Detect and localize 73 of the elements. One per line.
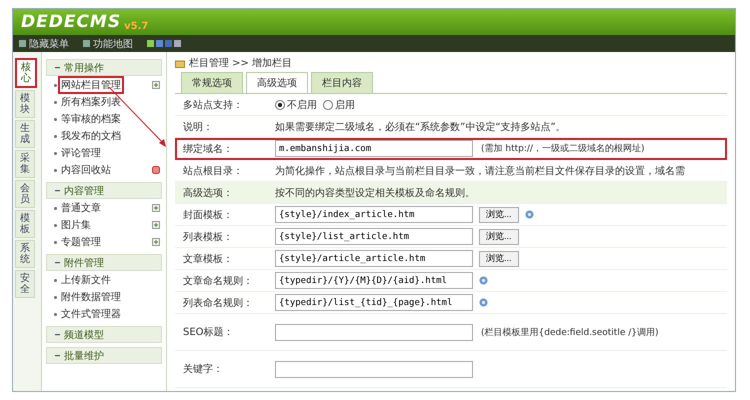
input-field[interactable]: {typedir}/list_{tid}_{page}.html bbox=[275, 294, 473, 311]
field-label: 关键字： bbox=[182, 362, 224, 376]
menu-section-header[interactable]: 批量维护 bbox=[46, 347, 162, 364]
help-icon[interactable] bbox=[479, 298, 488, 307]
toolbar-link[interactable]: 功能地图 bbox=[83, 36, 133, 50]
input-field[interactable]: {style}/list_article.htm bbox=[275, 228, 473, 245]
browse-button[interactable]: 浏览... bbox=[479, 228, 519, 244]
menu-item[interactable]: 网站栏目管理 bbox=[60, 78, 122, 92]
input-field[interactable]: {typedir}/{Y}/{M}{D}/{aid}.html bbox=[275, 272, 473, 289]
sidebar-tab[interactable]: 系统 bbox=[15, 240, 35, 268]
theme-swatches-icon[interactable] bbox=[147, 40, 181, 48]
field-label: 文章模板： bbox=[182, 252, 234, 266]
field-label: 说明： bbox=[182, 120, 214, 134]
help-icon[interactable] bbox=[479, 276, 488, 285]
add-icon[interactable] bbox=[152, 238, 160, 246]
add-icon[interactable] bbox=[152, 221, 160, 229]
sidebar-tab[interactable]: 模板 bbox=[15, 210, 35, 238]
field-label: 列表命名规则： bbox=[182, 296, 254, 310]
menu-section-header[interactable]: 内容管理 bbox=[46, 182, 162, 199]
hint-text: (需加 http://，一级或二级域名的根网址) bbox=[481, 142, 644, 155]
add-icon[interactable] bbox=[152, 81, 160, 89]
sidebar-tab[interactable]: 核心 bbox=[15, 58, 37, 88]
breadcrumb: 栏目管理 >> 增加栏目 bbox=[189, 56, 292, 70]
field-label: SEO标题： bbox=[182, 326, 235, 339]
menu-section-header[interactable]: 频道模型 bbox=[46, 326, 162, 343]
version-label: v5.7 bbox=[124, 21, 148, 32]
input-field[interactable] bbox=[275, 324, 473, 340]
menu-item[interactable]: 所有档案列表 bbox=[60, 95, 122, 109]
field-label: 高级选项： bbox=[182, 186, 234, 200]
sidebar-tab[interactable]: 安全 bbox=[15, 270, 35, 298]
add-icon[interactable] bbox=[152, 204, 160, 212]
hint-text: (栏目模板里用{dede:field.seotitle /}调用) bbox=[481, 326, 659, 338]
field-label: 站点根目录： bbox=[182, 164, 244, 178]
field-label: 封面模板： bbox=[182, 208, 234, 222]
field-label: 列表模板： bbox=[182, 230, 234, 244]
browse-button[interactable]: 浏览... bbox=[479, 250, 519, 266]
sidebar-tab[interactable]: 模块 bbox=[15, 90, 35, 118]
field-label: 文章命名规则： bbox=[182, 274, 254, 288]
field-label: 绑定域名： bbox=[182, 142, 234, 156]
note-text: 按不同的内容类型设定相关模板及命名规则。 bbox=[275, 186, 475, 200]
menu-item[interactable]: 上传新文件 bbox=[60, 273, 112, 287]
menu-item[interactable]: 普通文章 bbox=[60, 201, 102, 215]
browse-button[interactable]: 浏览... bbox=[479, 206, 519, 222]
toolbar-link[interactable]: 隐藏菜单 bbox=[19, 36, 69, 50]
logo: DEDECMS bbox=[21, 12, 122, 32]
menu-section-header[interactable]: 常用操作 bbox=[46, 59, 162, 76]
menu-item[interactable]: 我发布的文档 bbox=[60, 129, 122, 143]
sidebar-tab[interactable]: 采集 bbox=[15, 150, 35, 178]
form-tab[interactable]: 栏目内容 bbox=[311, 72, 373, 93]
help-icon[interactable] bbox=[524, 210, 534, 219]
menu-item[interactable]: 等审核的档案 bbox=[60, 112, 122, 126]
radio-option[interactable]: 不启用 bbox=[275, 98, 317, 112]
menu-item[interactable]: 内容回收站 bbox=[60, 163, 112, 177]
input-field[interactable]: {style}/article_article.htm bbox=[275, 250, 473, 267]
form-tab[interactable]: 高级选项 bbox=[246, 72, 308, 93]
form-tab[interactable]: 常规选项 bbox=[181, 72, 243, 93]
input-field[interactable]: {style}/index_article.htm bbox=[275, 206, 473, 223]
menu-item[interactable]: 文件式管理器 bbox=[60, 307, 122, 321]
menu-item[interactable]: 图片集 bbox=[60, 218, 92, 232]
menu-item[interactable]: 专题管理 bbox=[60, 235, 102, 249]
radio-option[interactable]: 启用 bbox=[323, 98, 355, 112]
folder-icon bbox=[175, 58, 185, 68]
field-label: 多站点支持： bbox=[182, 98, 244, 112]
sidebar-tab[interactable]: 会员 bbox=[15, 180, 35, 208]
input-field[interactable]: m.embanshijia.com bbox=[275, 140, 473, 157]
note-text: 为简化操作，站点根目录与当前栏目目录一致，请注意当前栏目文件保存目录的设置，域名需 bbox=[275, 164, 685, 178]
menu-item[interactable]: 评论管理 bbox=[60, 146, 102, 160]
menu-section-header[interactable]: 附件管理 bbox=[46, 254, 162, 271]
warning-icon[interactable] bbox=[152, 166, 160, 174]
menu-item[interactable]: 附件数据管理 bbox=[60, 290, 122, 304]
note-text: 如果需要绑定二级域名，必须在“系统参数”中设定“支持多站点”。 bbox=[275, 120, 566, 134]
input-field[interactable] bbox=[275, 360, 473, 378]
sidebar-tab[interactable]: 生成 bbox=[15, 120, 35, 148]
